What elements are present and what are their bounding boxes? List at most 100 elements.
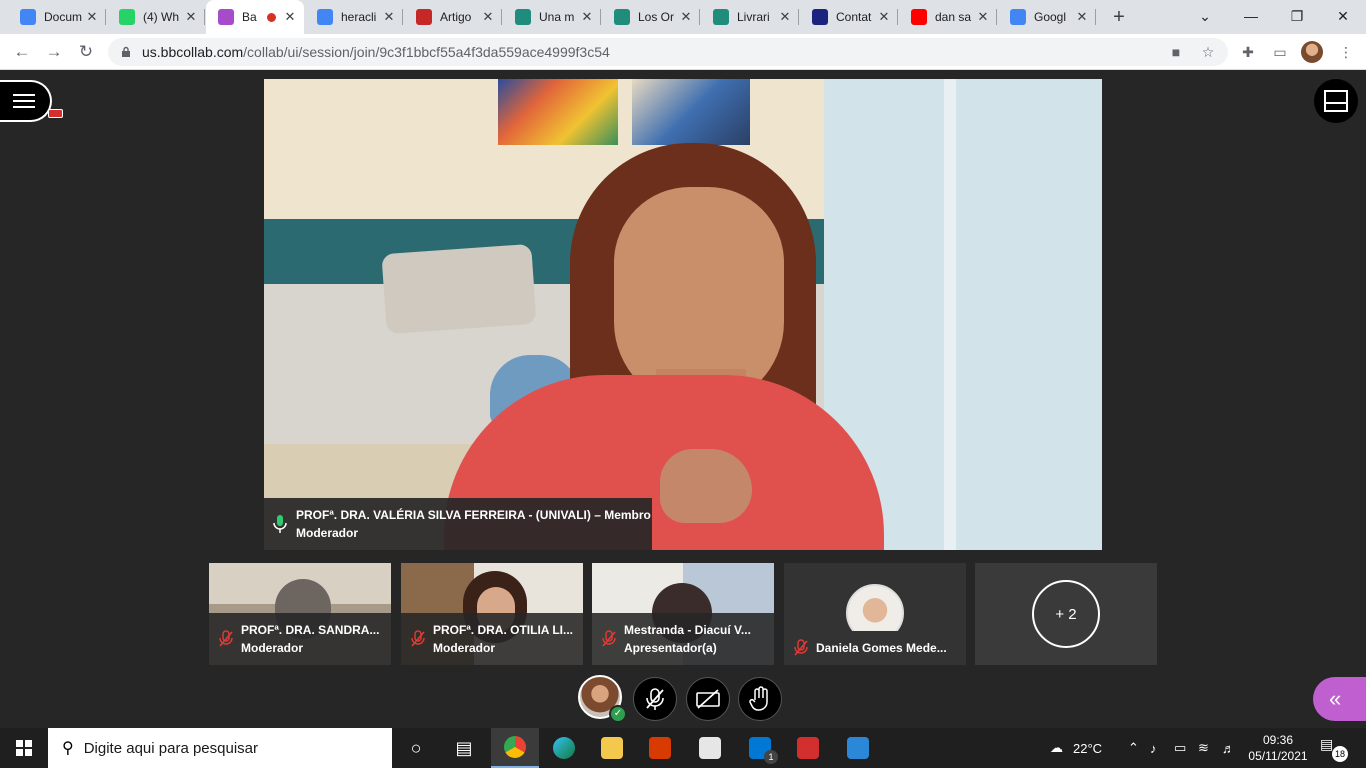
file-explorer-icon[interactable] [588, 728, 636, 768]
close-tab-icon[interactable]: ✕ [183, 9, 199, 25]
browser-tab[interactable]: (4) Wh ✕ [107, 0, 205, 34]
participant-label: Daniela Gomes Mede... [784, 631, 966, 665]
close-tab-icon[interactable]: ✕ [678, 9, 694, 25]
browser-tab[interactable]: Googl ✕ [998, 0, 1096, 34]
share-video-button[interactable] [686, 677, 730, 721]
tab-title: Ba [242, 10, 257, 24]
camera-permission-icon[interactable]: ■ [1166, 42, 1186, 62]
wifi-icon[interactable]: ≋ [1198, 740, 1222, 756]
raise-hand-button[interactable] [738, 677, 782, 721]
new-tab-button[interactable]: + [1108, 6, 1130, 28]
mail-icon[interactable]: 1 [736, 728, 784, 768]
google-icon [317, 9, 333, 25]
browser-tab[interactable]: Artigo ✕ [404, 0, 502, 34]
browser-tab[interactable]: Una m ✕ [503, 0, 601, 34]
close-tab-icon[interactable]: ✕ [381, 9, 397, 25]
browser-tab[interactable]: dan sa ✕ [899, 0, 997, 34]
reload-icon[interactable]: ↻ [74, 40, 98, 64]
close-tab-icon[interactable]: ✕ [579, 9, 595, 25]
participant-role: Apresentador(a) [624, 641, 717, 655]
acrobat-icon[interactable] [784, 728, 832, 768]
windows-logo-icon [16, 740, 32, 756]
browser-tab[interactable]: Contat ✕ [800, 0, 898, 34]
volume-icon[interactable]: ♬ [1222, 741, 1246, 756]
restore-button[interactable]: ❐ [1274, 0, 1320, 34]
tab-title: Googl [1034, 10, 1067, 24]
browser-tab[interactable]: Los Or ✕ [602, 0, 700, 34]
double-chevron-left-icon: « [1329, 686, 1342, 711]
cloud-icon: ☁ [1050, 740, 1063, 755]
start-button[interactable] [0, 728, 48, 768]
tab-separator [105, 9, 106, 25]
search-placeholder: Digite aqui para pesquisar [83, 739, 258, 757]
chevron-up-icon[interactable]: ⌃ [1128, 740, 1150, 756]
participant-label: PROFª. DRA. OTILIA LI... Moderador [401, 613, 583, 665]
google-icon [1010, 9, 1026, 25]
close-tab-icon[interactable]: ✕ [1074, 9, 1090, 25]
browser-tab[interactable]: Ba ✕ [206, 0, 304, 34]
cast-icon[interactable]: ▭ [1270, 42, 1290, 62]
browser-toolbar: ← → ↻ us.bbcollab.com/collab/ui/session/… [0, 34, 1366, 70]
tab-title: Artigo [440, 10, 472, 24]
microphone-muted-icon [646, 688, 664, 710]
cortana-icon[interactable]: ○ [392, 728, 440, 768]
task-view-icon[interactable]: ▤ [440, 728, 488, 768]
blackboard-icon [218, 9, 234, 25]
camera-off-icon [696, 689, 720, 709]
tab-title: Los Or [638, 10, 675, 24]
edge-taskbar-icon[interactable] [540, 728, 588, 768]
clock-time: 09:36 [1262, 733, 1294, 747]
close-tab-icon[interactable]: ✕ [84, 9, 100, 25]
minimize-button[interactable]: — [1228, 0, 1274, 34]
hamburger-icon [13, 94, 35, 108]
bookmark-star-icon[interactable]: ☆ [1198, 42, 1218, 62]
profile-avatar[interactable] [1301, 41, 1323, 63]
close-tab-icon[interactable]: ✕ [777, 9, 793, 25]
close-tab-icon[interactable]: ✕ [480, 9, 496, 25]
browser-tab-strip: Docum ✕ (4) Wh ✕ Ba ✕ heracli ✕ Artigo ✕ Una m ✕ Los… [0, 0, 1366, 34]
taskbar-clock[interactable]: 09:36 05/11/2021 [1248, 732, 1308, 764]
share-audio-button[interactable] [633, 677, 677, 721]
office-icon[interactable] [636, 728, 684, 768]
clock-date: 05/11/2021 [1248, 749, 1308, 763]
more-participants-tile[interactable]: + 2 [975, 563, 1157, 665]
back-icon[interactable]: ← [10, 40, 34, 64]
address-bar[interactable]: us.bbcollab.com/collab/ui/session/join/9… [108, 38, 1228, 66]
close-tab-icon[interactable]: ✕ [282, 9, 298, 25]
tab-title: heracli [341, 10, 377, 24]
close-window-button[interactable]: ✕ [1320, 0, 1366, 34]
notification-center-icon[interactable]: ▤ 18 [1320, 736, 1348, 762]
taskbar-search-box[interactable]: ⚲ Digite aqui para pesquisar [48, 728, 392, 768]
browser-tab[interactable]: heracli ✕ [305, 0, 403, 34]
browser-menu-icon[interactable]: ⋮ [1336, 42, 1356, 62]
docs-icon [20, 9, 36, 25]
browser-tab[interactable]: Docum ✕ [8, 0, 106, 34]
browser-tab[interactable]: Livrari ✕ [701, 0, 799, 34]
participant-tile[interactable]: PROFª. DRA. OTILIA LI... Moderador [401, 563, 583, 665]
tab-title: Contat [836, 10, 872, 24]
participant-tile[interactable]: Mestranda - Diacuí V... Apresentador(a) [592, 563, 774, 665]
layout-toggle-button[interactable] [1314, 79, 1358, 123]
battery-icon[interactable]: ▭ [1174, 740, 1198, 756]
forward-icon[interactable]: → [42, 40, 66, 64]
close-tab-icon[interactable]: ✕ [876, 9, 892, 25]
participant-name: PROFª. DRA. SANDRA... [241, 623, 380, 637]
participant-tile[interactable]: PROFª. DRA. SANDRA... Moderador [209, 563, 391, 665]
tab-separator [204, 9, 205, 25]
close-tab-icon[interactable]: ✕ [975, 9, 991, 25]
weather-widget[interactable]: ☁ 22°C [1050, 728, 1102, 768]
photos-icon[interactable] [834, 728, 882, 768]
tab-search-icon[interactable]: ⌄ [1182, 0, 1228, 34]
open-collaborate-panel-button[interactable]: « [1313, 677, 1366, 721]
tab-title: Una m [539, 10, 575, 24]
extensions-icon[interactable]: ✚ [1238, 42, 1258, 62]
chrome-taskbar-icon[interactable] [491, 728, 539, 768]
participant-tile[interactable]: Daniela Gomes Mede... [784, 563, 966, 665]
session-menu-button[interactable] [0, 80, 52, 122]
tab-title: dan sa [935, 10, 972, 24]
lock-icon[interactable] [120, 46, 132, 58]
globe-icon [713, 9, 729, 25]
microphone-tray-icon[interactable]: ♪ [1150, 741, 1174, 756]
store-icon[interactable] [686, 728, 734, 768]
microphone-muted-icon [794, 639, 808, 656]
